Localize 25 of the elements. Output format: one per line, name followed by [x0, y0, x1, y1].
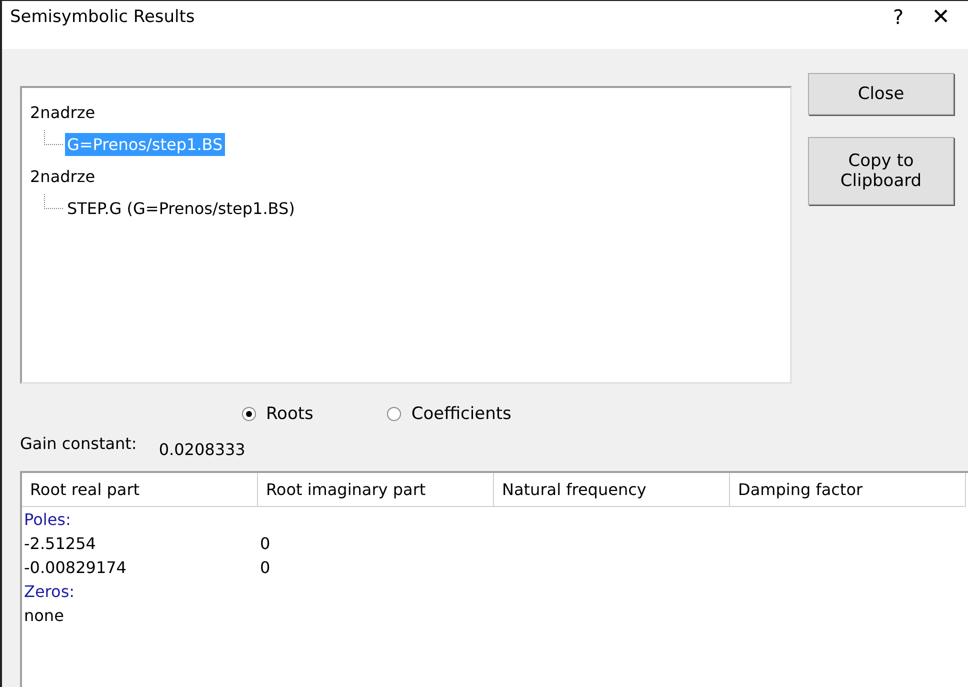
gain-value: 0.0208333 — [158, 440, 246, 459]
table-cell-text: 0 — [259, 534, 272, 552]
table-cell-text: 0 — [259, 558, 272, 576]
help-button[interactable]: ? — [892, 7, 904, 27]
table-cell-text: -0.00829174 — [23, 558, 128, 576]
tree-connector — [44, 194, 63, 208]
close-button[interactable]: ✕ — [932, 7, 950, 29]
column-header[interactable]: Root imaginary part — [258, 473, 494, 507]
window-title: Semisymbolic Results — [10, 7, 196, 27]
radio-option[interactable]: Coefficients — [387, 404, 512, 424]
copy-button[interactable]: Copy to Clipboard — [808, 137, 954, 205]
column-header[interactable]: Root real part — [22, 473, 258, 507]
column-header[interactable]: Damping factor — [730, 473, 966, 507]
tree-connector — [44, 130, 63, 144]
close-button[interactable]: Close — [808, 73, 954, 115]
group-label: Poles: — [23, 510, 72, 528]
group-label: Zeros: — [23, 582, 76, 600]
tree-item[interactable]: 2nadrze — [28, 164, 98, 188]
gain-label: Gain constant: — [20, 434, 137, 453]
radio-option[interactable]: Roots — [242, 404, 314, 424]
table-cell-text: none — [23, 606, 65, 624]
table-cell-text: -2.51254 — [23, 534, 97, 552]
column-header[interactable]: Natural frequency — [494, 473, 730, 507]
tree-item[interactable]: 2nadrze — [28, 100, 98, 124]
tree-item[interactable]: STEP.G (G=Prenos/step1.BS) — [65, 196, 297, 220]
